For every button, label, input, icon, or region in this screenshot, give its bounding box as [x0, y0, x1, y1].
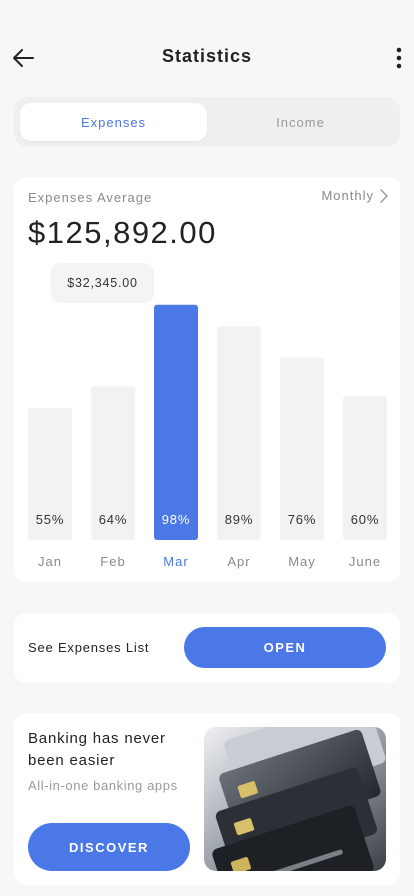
expenses-bar-chart: 55% Jan 64% Feb 98% Mar 89% Apr 76% May 60% June	[28, 304, 387, 569]
more-vertical-icon	[396, 47, 402, 69]
chart-bar-apr[interactable]	[217, 326, 261, 540]
more-options-button[interactable]	[392, 44, 406, 72]
chart-category-label: May	[288, 554, 316, 569]
chart-category-label: Jan	[38, 554, 62, 569]
discover-button[interactable]: DISCOVER	[28, 823, 190, 871]
chart-value-label: 60%	[351, 512, 379, 527]
chart-bar-mar[interactable]	[154, 304, 198, 540]
chart-category-label: June	[349, 554, 381, 569]
expenses-list-card: See Expenses List OPEN	[14, 613, 400, 683]
chart-category-label: Apr	[227, 554, 250, 569]
chart-value-label: 98%	[162, 512, 190, 527]
page-title: Statistics	[161, 46, 253, 66]
chart-value-label: 76%	[288, 512, 316, 527]
tab-income[interactable]: Income	[207, 103, 394, 141]
app-header: Statistics	[0, 0, 414, 96]
chart-category-label: Mar	[163, 554, 188, 569]
chart-value-label: 89%	[225, 512, 253, 527]
promo-title: Banking has never been easier	[28, 730, 166, 769]
open-button[interactable]: OPEN	[184, 627, 386, 668]
expenses-list-label: See Expenses List	[28, 640, 150, 655]
chart-value-label: 64%	[99, 512, 127, 527]
chart-category-label: Feb	[100, 554, 125, 569]
credit-cards-image	[204, 727, 386, 871]
chart-value-label: 55%	[36, 512, 64, 527]
promo-card: Banking has never been easier All-in-one…	[14, 713, 400, 885]
statistics-card: Expenses Average Monthly $125,892.00 $32…	[14, 177, 400, 582]
tab-bar: Expenses Income	[14, 97, 400, 147]
promo-subtitle: All-in-one banking apps	[28, 778, 178, 793]
tab-expenses[interactable]: Expenses	[20, 103, 207, 141]
